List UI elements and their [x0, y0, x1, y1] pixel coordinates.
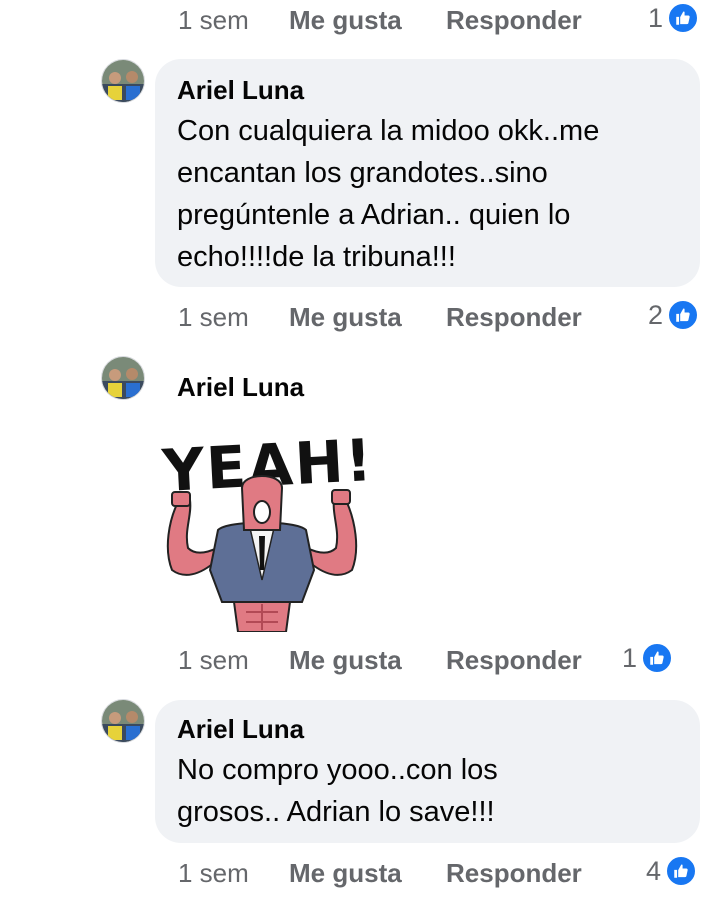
reaction-count[interactable]: 2 — [648, 299, 700, 331]
comment-text: Con cualquiera la midoo okk..me encantan… — [177, 115, 600, 273]
comment-bubble: Ariel Luna No compro yooo..con los groso… — [155, 700, 700, 843]
like-button[interactable]: Me gusta — [289, 302, 402, 332]
reaction-count[interactable]: 1 — [622, 642, 674, 674]
reply-button[interactable]: Responder — [446, 302, 582, 332]
reaction-count-value: 4 — [646, 856, 662, 886]
comment-bubble: Ariel Luna Con cualquiera la midoo okk..… — [155, 59, 700, 287]
like-icon — [641, 642, 674, 674]
reply-button[interactable]: Responder — [446, 5, 582, 35]
like-button[interactable]: Me gusta — [289, 5, 402, 35]
comment-author[interactable]: Ariel Luna — [177, 714, 304, 744]
reaction-count-value: 2 — [648, 300, 664, 330]
like-icon — [667, 2, 700, 34]
comment-time[interactable]: 1 sem — [178, 645, 249, 675]
avatar[interactable] — [101, 59, 145, 103]
comment-time[interactable]: 1 sem — [178, 302, 249, 332]
comment-time[interactable]: 1 sem — [178, 5, 249, 35]
reply-button[interactable]: Responder — [446, 645, 582, 675]
comment-author[interactable]: Ariel Luna — [177, 372, 304, 402]
comment-author[interactable]: Ariel Luna — [177, 75, 304, 105]
sticker[interactable]: YEAH! — [158, 420, 375, 633]
comment-text: No compro yooo..con los grosos.. Adrian … — [177, 754, 498, 828]
reply-button[interactable]: Responder — [446, 858, 582, 888]
comment-time[interactable]: 1 sem — [178, 858, 249, 888]
like-icon — [667, 299, 700, 331]
reaction-count-value: 1 — [622, 643, 638, 673]
like-button[interactable]: Me gusta — [289, 645, 402, 675]
avatar[interactable] — [101, 699, 145, 743]
reaction-count[interactable]: 1 — [648, 2, 700, 34]
like-button[interactable]: Me gusta — [289, 858, 402, 888]
like-icon — [665, 855, 698, 887]
avatar[interactable] — [101, 356, 145, 400]
reaction-count[interactable]: 4 — [646, 855, 698, 887]
reaction-count-value: 1 — [648, 3, 664, 33]
